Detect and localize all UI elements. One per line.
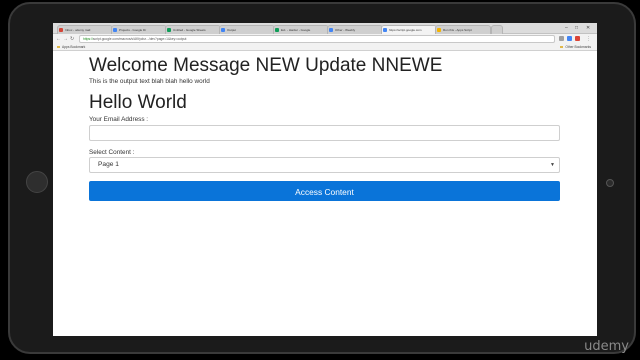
email-label: Your Email Address : — [89, 116, 149, 123]
tab-label: Other - Weebly — [335, 28, 356, 32]
chevron-down-icon: ▼ — [550, 162, 555, 168]
home-button[interactable] — [26, 171, 48, 193]
access-content-button[interactable]: Access Content — [89, 181, 560, 201]
sheets-icon — [275, 28, 279, 32]
extension-icon[interactable] — [567, 36, 572, 41]
bookmark-other[interactable]: Other Bookmarks — [560, 44, 591, 50]
camera-dot — [606, 179, 614, 187]
tab-label: Untitled - Google Sheets — [173, 28, 206, 32]
close-icon[interactable]: ✕ — [586, 24, 590, 32]
gmail-icon — [59, 28, 63, 32]
doc-icon — [329, 28, 333, 32]
address-bar: ← → ↻ https://script.google.com/macros/s… — [53, 34, 597, 44]
tab-7[interactable]: Run this - Apps Script — [435, 25, 491, 34]
welcome-heading: Welcome Message NEW Update NNEWE — [89, 55, 443, 76]
bookmark-other-label: Other Bookmarks — [565, 45, 591, 49]
tab-label: Projects - Google Dr — [119, 28, 147, 32]
tab-bar: Inbox - udemy mail Projects - Google Dr … — [53, 23, 597, 34]
tab-3[interactable]: Output — [219, 25, 275, 34]
hello-heading: Hello World — [89, 92, 187, 113]
new-tab-button[interactable] — [491, 25, 503, 34]
minimize-icon[interactable]: – — [565, 24, 568, 32]
folder-icon — [560, 46, 564, 49]
url-text: script.google.com/macros/s/AKfycbz.../de… — [92, 37, 187, 41]
browser-window: Inbox - udemy mail Projects - Google Dr … — [53, 23, 597, 336]
sheets-icon — [167, 28, 171, 32]
star-icon[interactable] — [559, 36, 564, 41]
doc-icon — [221, 28, 225, 32]
tab-label: Ext. - Harder - Google — [281, 28, 311, 32]
select-label: Select Content : — [89, 149, 135, 156]
folder-icon — [57, 46, 60, 49]
doc-icon — [113, 28, 117, 32]
url-scheme: https:// — [83, 37, 93, 41]
url-input[interactable]: https://script.google.com/macros/s/AKfyc… — [79, 35, 555, 43]
tab-1[interactable]: Projects - Google Dr — [111, 25, 167, 34]
bookmark-apps[interactable]: Apps Bookmark — [57, 44, 85, 50]
script-icon — [437, 28, 441, 32]
bookmarks-bar: Apps Bookmark Other Bookmarks — [53, 44, 597, 51]
reload-icon[interactable]: ↻ — [70, 35, 74, 43]
tab-label: Inbox - udemy mail — [65, 28, 91, 32]
menu-icon[interactable]: ⋮ — [586, 35, 591, 43]
maximize-icon[interactable]: □ — [575, 24, 578, 32]
tab-2[interactable]: Untitled - Google Sheets — [165, 25, 221, 34]
content-select[interactable]: Page 1 ▼ — [89, 157, 560, 173]
tab-5[interactable]: Other - Weebly — [327, 25, 383, 34]
tab-4[interactable]: Ext. - Harder - Google — [273, 25, 329, 34]
extension-icon[interactable] — [575, 36, 580, 41]
tab-label: Run this - Apps Script — [443, 28, 472, 32]
tab-active[interactable]: https://script.google.com — [381, 25, 437, 34]
email-field[interactable] — [89, 125, 560, 141]
script-icon — [383, 28, 387, 32]
tab-0[interactable]: Inbox - udemy mail — [57, 25, 113, 34]
tab-label: Output — [227, 28, 237, 32]
output-text: This is the output text blah blah hello … — [89, 78, 210, 85]
tab-label: https://script.google.com — [389, 28, 422, 32]
udemy-watermark: udemy — [584, 339, 629, 354]
back-icon[interactable]: ← — [56, 35, 61, 43]
select-value: Page 1 — [98, 161, 119, 168]
bookmark-apps-label: Apps Bookmark — [62, 45, 86, 49]
forward-icon[interactable]: → — [63, 35, 68, 43]
